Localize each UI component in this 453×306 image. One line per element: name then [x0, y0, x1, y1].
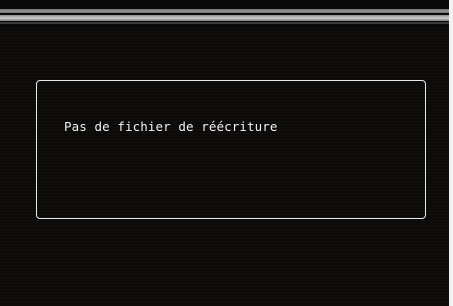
bezel-stripe: [0, 22, 449, 24]
top-bezel: [0, 0, 449, 28]
bezel-stripe: [0, 15, 449, 21]
page-edge: [449, 0, 453, 306]
device-screen: Pas de fichier de réécriture: [0, 0, 453, 306]
bezel-stripe: [0, 9, 449, 13]
dialog-message: Pas de fichier de réécriture: [64, 119, 278, 134]
message-dialog: Pas de fichier de réécriture: [36, 80, 426, 219]
